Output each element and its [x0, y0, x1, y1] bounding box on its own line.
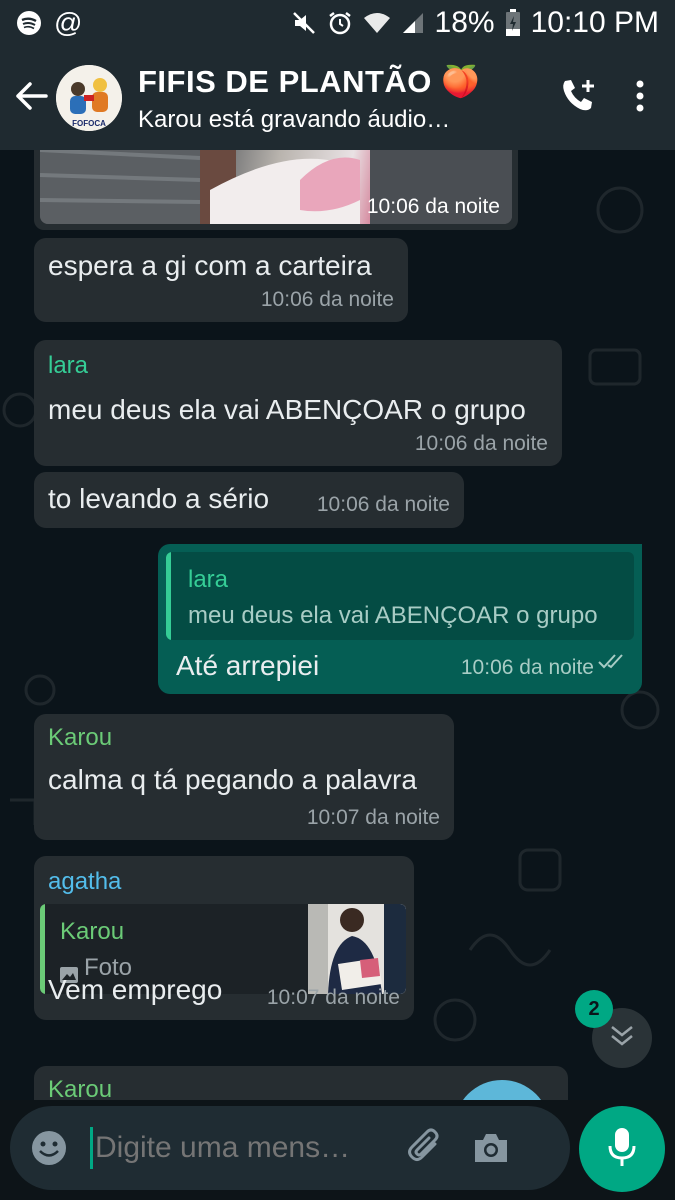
message-text: calma q tá pegando a palavra [48, 764, 417, 795]
message-text: Até arrepiei [176, 650, 320, 681]
incoming-message[interactable]: Karou calma q tá pegando a palavra 10:07… [34, 714, 454, 840]
message-time: 10:06 da noite [366, 195, 500, 218]
unread-count-badge: 2 [575, 990, 613, 1028]
sender-name: lara [48, 352, 89, 379]
message-time: 10:07 da noite [266, 986, 400, 1009]
message-time: 10:06 da noite [460, 656, 594, 679]
message-time: 10:07 da noite [306, 806, 440, 829]
message-input[interactable] [95, 1118, 395, 1178]
message-time: 10:06 da noite [316, 493, 450, 516]
battery-icon [505, 9, 521, 37]
quoted-message[interactable]: lara meu deus ela vai ABENÇOAR o grupo [166, 552, 634, 640]
alarm-icon [327, 10, 353, 36]
message-text: to levando a sério [48, 483, 270, 514]
message-text: espera a gi com a carteira [48, 250, 372, 281]
read-receipt-icon [598, 646, 628, 678]
back-button[interactable] [4, 46, 58, 150]
signal-icon [401, 11, 425, 35]
sticker-avatar [454, 1080, 550, 1100]
quote-sender: lara [188, 566, 229, 593]
quote-bar [40, 904, 45, 994]
chat-area[interactable]: 10:06 da noite espera a gi com a carteir… [0, 150, 675, 1100]
incoming-message[interactable]: to levando a sério 10:06 da noite [34, 472, 464, 528]
message-text: Vem emprego [48, 974, 223, 1005]
quote-thumbnail [308, 904, 406, 994]
camera-icon[interactable] [471, 1130, 511, 1166]
outgoing-message[interactable]: lara meu deus ela vai ABENÇOAR o grupo A… [158, 544, 642, 694]
incoming-message[interactable]: Karou [34, 1066, 568, 1100]
status-time: 10:10 PM [530, 6, 659, 39]
chat-header: FOFOCA FIFIS DE PLANTÃO 🍑 Karou está gra… [0, 46, 675, 150]
emoji-icon[interactable] [30, 1129, 68, 1167]
group-name: FIFIS DE PLANTÃO 🍑 [138, 63, 481, 99]
status-bar: @ 18% 10:10 PM [0, 0, 675, 46]
message-text: meu deus ela vai ABENÇOAR o grupo [48, 394, 526, 425]
voice-record-button[interactable] [579, 1106, 665, 1192]
cursor-caret [90, 1127, 93, 1169]
incoming-message[interactable]: lara meu deus ela vai ABENÇOAR o grupo 1… [34, 340, 562, 466]
photo-message[interactable]: 10:06 da noite [34, 150, 518, 230]
message-time: 10:06 da noite [260, 288, 394, 311]
add-call-icon[interactable] [559, 77, 597, 120]
more-options-icon[interactable] [635, 80, 645, 117]
sender-name: Karou [48, 724, 113, 751]
double-chevron-down-icon [609, 1024, 635, 1053]
wifi-icon [363, 11, 391, 35]
message-time: 10:06 da noite [414, 432, 548, 455]
quote-bar [166, 552, 171, 640]
group-avatar[interactable]: FOFOCA [56, 65, 122, 131]
avatar-label: FOFOCA [72, 119, 106, 128]
message-input-bar [10, 1106, 570, 1190]
incoming-message[interactable]: agatha Karou Foto Vem emprego 10:07 da n… [34, 856, 414, 1020]
spotify-icon [16, 10, 42, 36]
at-icon: @ [54, 7, 83, 38]
mute-icon [291, 10, 317, 36]
chat-title-block[interactable]: FIFIS DE PLANTÃO 🍑 Karou está gravando á… [138, 63, 480, 134]
sender-name: Karou [48, 1076, 113, 1100]
back-arrow-icon [14, 81, 48, 116]
incoming-message[interactable]: espera a gi com a carteira 10:06 da noit… [34, 238, 408, 322]
attach-icon[interactable] [405, 1128, 445, 1168]
battery-percent: 18% [434, 6, 495, 39]
mic-icon [607, 1126, 637, 1173]
quote-text: meu deus ela vai ABENÇOAR o grupo [188, 602, 598, 629]
quote-sender: Karou [60, 918, 125, 945]
typing-status: Karou está gravando áudio… [138, 105, 451, 133]
sender-name: agatha [48, 868, 122, 895]
